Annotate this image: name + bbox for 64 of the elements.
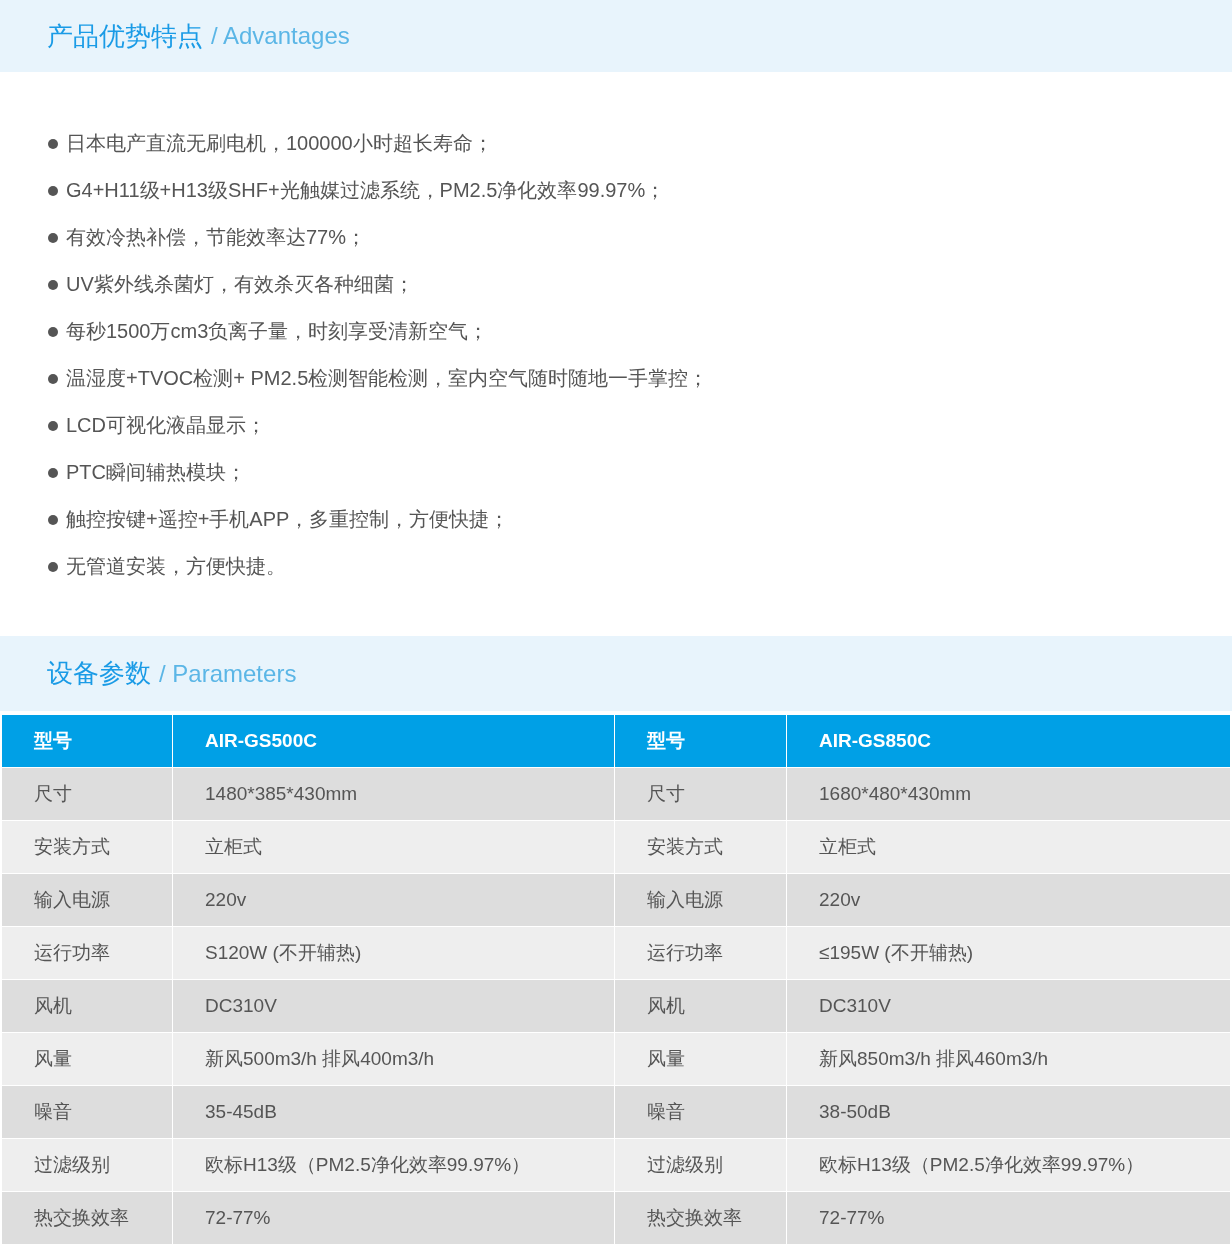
table-cell: ≤195W (不开辅热)	[787, 927, 1230, 979]
table-cell: 安装方式	[2, 821, 172, 873]
feature-text: LCD可视化液晶显示；	[66, 413, 266, 438]
table-cell: 新风500m3/h 排风400m3/h	[173, 1033, 614, 1085]
feature-text: 日本电产直流无刷电机，100000小时超长寿命；	[66, 131, 493, 156]
table-cell: 热交换效率	[2, 1192, 172, 1244]
feature-text: 温湿度+TVOC检测+ PM2.5检测智能检测，室内空气随时随地一手掌控；	[66, 366, 709, 391]
bullet-icon	[48, 326, 58, 337]
table-cell: 38-50dB	[787, 1086, 1230, 1138]
section-title: 产品优势特点	[47, 19, 203, 53]
table-cell: 输入电源	[615, 874, 786, 926]
table-cell: 72-77%	[787, 1192, 1230, 1244]
table-cell: DC310V	[787, 980, 1230, 1032]
table-cell: 尺寸	[2, 768, 172, 820]
section-subtitle: / Parameters	[159, 659, 297, 688]
table-cell: 噪音	[2, 1086, 172, 1138]
feature-text: 触控按键+遥控+手机APP，多重控制，方便快捷；	[66, 507, 510, 532]
table-cell: 运行功率	[615, 927, 786, 979]
table-cell: 72-77%	[173, 1192, 614, 1244]
table-cell: 运行功率	[2, 927, 172, 979]
table-cell: 风机	[2, 980, 172, 1032]
table-cell: 220v	[173, 874, 614, 926]
section-subtitle: / Advantages	[211, 22, 350, 50]
bullet-icon	[48, 561, 58, 572]
feature-text: 每秒1500万cm3负离子量，时刻享受清新空气；	[66, 319, 489, 344]
bullet-icon	[48, 373, 58, 384]
table-cell: 立柜式	[787, 821, 1230, 873]
bullet-icon	[48, 279, 58, 290]
table-cell: DC310V	[173, 980, 614, 1032]
table-cell: 1480*385*430mm	[173, 768, 614, 820]
section-title: 设备参数	[47, 657, 151, 690]
table-cell: 220v	[787, 874, 1230, 926]
bullet-icon	[48, 232, 58, 243]
table-cell: 安装方式	[615, 821, 786, 873]
table-cell: 尺寸	[615, 768, 786, 820]
table-cell: 输入电源	[2, 874, 172, 926]
feature-text: PTC瞬间辅热模块；	[66, 460, 246, 485]
bullet-icon	[48, 138, 58, 149]
table-cell: 风量	[615, 1033, 786, 1085]
feature-text: UV紫外线杀菌灯，有效杀灭各种细菌；	[66, 272, 414, 297]
bullet-icon	[48, 185, 58, 196]
table-cell: 欧标H13级（PM2.5净化效率99.97%）	[787, 1139, 1230, 1191]
table-cell: 风机	[615, 980, 786, 1032]
bullet-icon	[48, 420, 58, 431]
table-cell: 风量	[2, 1033, 172, 1085]
feature-text: G4+H11级+H13级SHF+光触媒过滤系统，PM2.5净化效率99.97%；	[66, 178, 666, 203]
bullet-icon	[48, 514, 58, 525]
header-cell: AIR-GS500C	[173, 715, 614, 767]
table-cell: 1680*480*430mm	[787, 768, 1230, 820]
feature-text: 有效冷热补偿，节能效率达77%；	[66, 225, 367, 250]
table-cell: 过滤级别	[615, 1139, 786, 1191]
table-cell: S120W (不开辅热)	[173, 927, 614, 979]
table-cell: 热交换效率	[615, 1192, 786, 1244]
table-cell: 新风850m3/h 排风460m3/h	[787, 1033, 1230, 1085]
table-cell: 35-45dB	[173, 1086, 614, 1138]
feature-text: 无管道安装，方便快捷。	[66, 554, 286, 579]
header-cell: 型号	[615, 715, 786, 767]
bullet-icon	[48, 467, 58, 478]
table-cell: 欧标H13级（PM2.5净化效率99.97%）	[173, 1139, 614, 1191]
header-cell: 型号	[2, 715, 172, 767]
header-cell: AIR-GS850C	[787, 715, 1230, 767]
table-cell: 噪音	[615, 1086, 786, 1138]
table-cell: 立柜式	[173, 821, 614, 873]
table-cell: 过滤级别	[2, 1139, 172, 1191]
